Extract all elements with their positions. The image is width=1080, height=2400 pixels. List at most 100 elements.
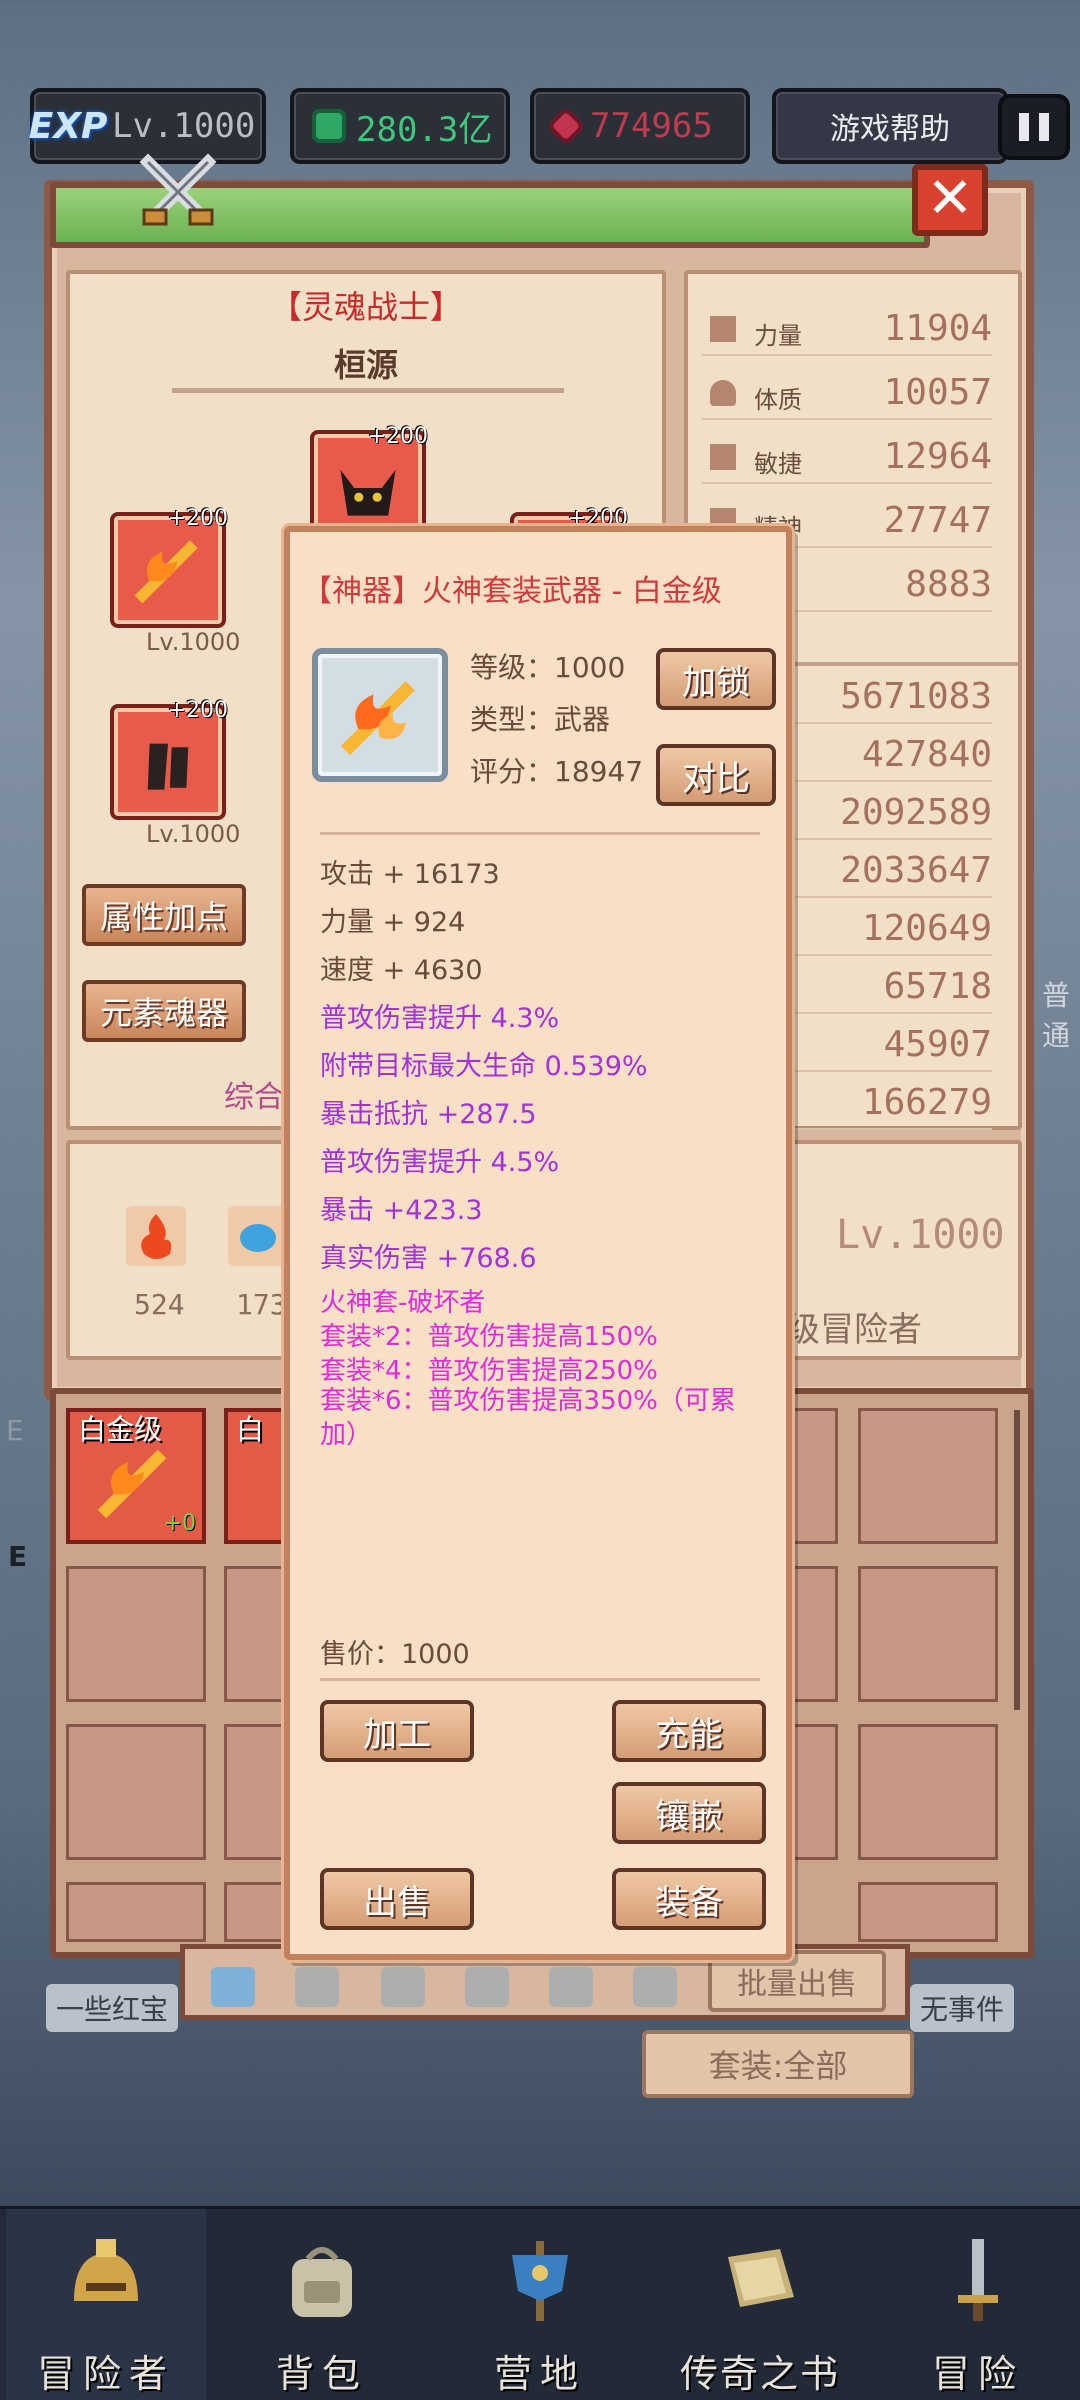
equip-level: Lv.1000	[146, 628, 241, 656]
fire-element-icon	[126, 1206, 186, 1266]
stat-value: 65718	[883, 966, 992, 1007]
sell-price: 售价：1000	[320, 1639, 470, 1670]
character-name: 桓源	[333, 346, 398, 384]
stat-value: 166279	[861, 1082, 992, 1123]
ruby-icon	[546, 106, 586, 146]
game-help-label: 游戏帮助	[830, 112, 950, 147]
helmet-tab-icon[interactable]	[381, 1967, 425, 2007]
compare-button[interactable]: 对比	[656, 744, 776, 806]
adventurer-title: 级冒险者	[786, 1310, 922, 1350]
element-soul-button[interactable]: 元素魂器	[82, 980, 246, 1042]
lock-button[interactable]: 加锁	[656, 648, 776, 710]
inventory-slot[interactable]	[790, 1566, 838, 1702]
set-bonus: 套装*4：普攻伤害提高250%	[320, 1356, 658, 1386]
set-bonus: 套装*2：普攻伤害提高150%	[320, 1322, 658, 1352]
set-bonus: 套装*6：普攻伤害提高350%（可累加）	[320, 1386, 736, 1450]
inventory-scrollbar[interactable]	[1014, 1410, 1020, 1710]
inventory-slot[interactable]	[858, 1724, 998, 1860]
set-filter-button[interactable]: 套装:全部	[642, 2030, 914, 2098]
process-button[interactable]: 加工	[320, 1700, 474, 1762]
stat-value: 12964	[883, 436, 992, 477]
pause-icon	[1019, 113, 1029, 141]
base-attribute: 力量 + 924	[320, 907, 466, 938]
equip-slot-gloves[interactable]: +200	[110, 698, 228, 820]
stat-value: 2092589	[840, 792, 992, 833]
nav-label: 冒险者	[36, 2352, 175, 2396]
stat-value: 11904	[883, 308, 992, 349]
nav-label: 冒险	[931, 2352, 1024, 2396]
fire-element-count: 524	[134, 1288, 185, 1321]
nav-label: 营地	[493, 2352, 586, 2396]
stat-name: 体质	[754, 386, 802, 414]
book-icon	[728, 2249, 794, 2307]
inventory-slot[interactable]	[790, 1408, 838, 1544]
inventory-slot-item[interactable]: 白金级 +0	[66, 1408, 206, 1544]
nav-adventurer[interactable]: 冒险者	[6, 2209, 206, 2400]
bonus-attribute: 附带目标最大生命 0.539%	[320, 1051, 648, 1082]
demon-helmet-icon	[340, 469, 396, 516]
equip-level: Lv.1000	[146, 820, 241, 848]
inventory-slot[interactable]	[858, 1408, 998, 1544]
stat-value: 27747	[883, 500, 992, 541]
nav-backpack[interactable]: 背包	[222, 2209, 422, 2400]
stat-name: 力量	[754, 322, 802, 350]
bonus-attribute: 普攻伤害提升 4.5%	[320, 1147, 560, 1178]
bottom-navigation: 冒险者 背包 营地 传奇之书 冒险	[0, 2206, 1080, 2400]
shield-tab-icon[interactable]	[295, 1967, 339, 2007]
charge-button[interactable]: 充能	[612, 1700, 766, 1762]
close-icon: ✕	[926, 166, 974, 231]
equip-button[interactable]: 装备	[612, 1868, 766, 1930]
armor-tab-icon[interactable]	[465, 1967, 509, 2007]
camp-banner-icon	[512, 2241, 568, 2321]
game-help-button[interactable]: 游戏帮助	[772, 88, 1008, 164]
exp-badge: EXP	[28, 105, 108, 147]
stat-row: 体质 10057	[702, 364, 992, 420]
divider	[172, 388, 564, 393]
base-attribute: 速度 + 4630	[320, 955, 483, 986]
inventory-slot[interactable]	[790, 1724, 838, 1860]
stat-value: 8883	[905, 564, 992, 605]
item-icon-frame	[312, 648, 448, 782]
flame-sword-icon	[340, 681, 415, 756]
gem-amount: 280.3亿	[356, 109, 493, 150]
base-attribute: 攻击 + 16173	[320, 859, 500, 890]
item-type: 类型：武器	[470, 703, 611, 736]
gem-currency: 280.3亿	[290, 88, 510, 164]
water-element-count: 173	[236, 1288, 287, 1321]
pause-button[interactable]	[998, 94, 1070, 160]
inventory-slot[interactable]	[66, 1566, 206, 1702]
stat-name: 敏捷	[754, 450, 802, 478]
bonus-attribute: 真实伤害 +768.6	[320, 1243, 537, 1274]
ruby-amount: 774965	[590, 106, 713, 146]
pants-tab-icon[interactable]	[549, 1967, 593, 2007]
item-level: 等级：1000	[470, 651, 626, 684]
nav-camp[interactable]: 营地	[440, 2209, 640, 2400]
stat-value: 2033647	[840, 850, 992, 891]
inventory-slot[interactable]	[66, 1882, 206, 1942]
inventory-slot[interactable]	[66, 1724, 206, 1860]
nav-adventure[interactable]: 冒险	[878, 2209, 1078, 2400]
nav-label: 传奇之书	[679, 2352, 840, 2396]
weapon-tab-icon[interactable]	[211, 1967, 255, 2007]
crossed-swords-icon	[139, 153, 217, 226]
sell-button[interactable]: 出售	[320, 1868, 474, 1930]
nav-label: 背包	[275, 2352, 368, 2396]
inlay-button[interactable]: 镶嵌	[612, 1782, 766, 1844]
close-button[interactable]: ✕	[912, 164, 988, 236]
bonus-attribute: 普攻伤害提升 4.3%	[320, 1003, 560, 1034]
ring-tab-icon[interactable]	[633, 1967, 677, 2007]
stat-value: 5671083	[840, 676, 992, 717]
strength-icon	[710, 316, 736, 342]
set-name: 火神套-破坏者	[320, 1288, 486, 1318]
helmet-icon	[74, 2239, 138, 2301]
nav-legend-book[interactable]: 传奇之书	[660, 2209, 860, 2400]
inventory-slot[interactable]	[858, 1566, 998, 1702]
adventurer-level: Lv.1000	[836, 1212, 1005, 1258]
event-log-right: 无事件	[910, 1984, 1015, 2032]
item-rarity-tag: 白	[236, 1413, 265, 1446]
item-score: 评分：18947	[470, 755, 644, 788]
boot-icon	[710, 444, 736, 470]
attribute-points-button[interactable]: 属性加点	[82, 884, 246, 946]
inventory-slot[interactable]	[858, 1882, 998, 1942]
equip-slot-weapon[interactable]: +200	[110, 506, 228, 628]
